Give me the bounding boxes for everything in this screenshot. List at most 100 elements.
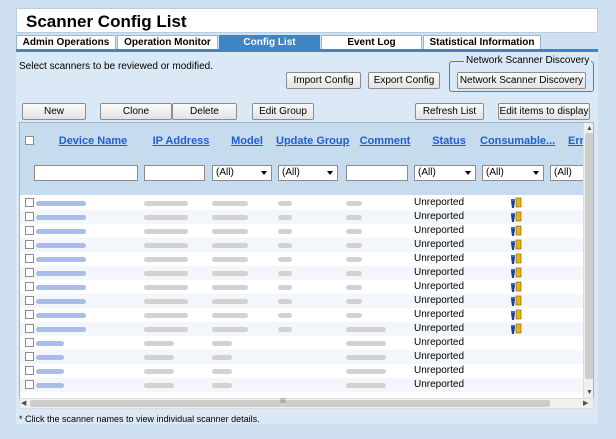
device-name-link[interactable] — [36, 224, 86, 238]
vertical-scroll-thumb[interactable] — [585, 133, 593, 379]
table-row[interactable]: Unreported — [20, 350, 583, 364]
device-name-link[interactable] — [36, 238, 86, 252]
column-header-model[interactable]: Model — [228, 135, 266, 147]
page: Scanner Config List Admin Operations Ope… — [0, 0, 616, 439]
device-name-link[interactable] — [36, 336, 64, 350]
filter-status-select[interactable]: (All) — [414, 165, 476, 181]
ip-address-cell — [144, 364, 174, 378]
table-row[interactable]: Unreported — [20, 252, 583, 266]
table-row[interactable]: Unreported — [20, 364, 583, 378]
column-header-consumable[interactable]: Consumable... — [480, 135, 555, 147]
device-name-link[interactable] — [36, 266, 86, 280]
delete-button[interactable]: Delete — [172, 103, 237, 120]
row-checkbox[interactable] — [25, 212, 34, 221]
vertical-scrollbar[interactable]: ▲ ▼ — [583, 123, 593, 399]
tab-operation-monitor[interactable]: Operation Monitor — [117, 35, 218, 49]
table-row[interactable]: Unreported — [20, 196, 583, 210]
status-cell: Unreported — [414, 197, 465, 208]
filter-device-name-input[interactable] — [34, 165, 138, 181]
row-checkbox[interactable] — [25, 366, 34, 375]
table-row[interactable]: Unreported — [20, 280, 583, 294]
device-name-link[interactable] — [36, 322, 86, 336]
ip-address-cell — [144, 322, 188, 336]
consumable-warning-icon[interactable] — [510, 295, 522, 307]
device-name-link[interactable] — [36, 350, 64, 364]
table-row[interactable]: Unreported — [20, 224, 583, 238]
row-checkbox[interactable] — [25, 380, 34, 389]
refresh-list-button[interactable]: Refresh List — [415, 103, 484, 120]
filter-model-select[interactable]: (All) — [212, 165, 272, 181]
device-name-link[interactable] — [36, 196, 86, 210]
device-name-link[interactable] — [36, 210, 86, 224]
column-header-ip-address[interactable]: IP Address — [148, 135, 214, 147]
scroll-down-arrow-icon[interactable]: ▼ — [586, 388, 593, 397]
select-all-checkbox[interactable] — [25, 136, 34, 145]
row-checkbox[interactable] — [25, 240, 34, 249]
consumable-warning-icon[interactable] — [510, 309, 522, 321]
clone-button[interactable]: Clone — [100, 103, 172, 120]
consumable-warning-icon[interactable] — [510, 211, 522, 223]
column-header-update-group[interactable]: Update Group — [276, 135, 349, 147]
scroll-up-arrow-icon[interactable]: ▲ — [586, 124, 593, 133]
tab-admin-operations[interactable]: Admin Operations — [16, 35, 116, 49]
filter-ip-address-input[interactable] — [144, 165, 205, 181]
table-row[interactable]: Unreported — [20, 336, 583, 350]
import-config-button[interactable]: Import Config — [286, 72, 361, 89]
table-row[interactable]: Unreported — [20, 238, 583, 252]
horizontal-scrollbar[interactable]: ◀ III ▶ — [19, 398, 594, 409]
consumable-warning-icon[interactable] — [510, 267, 522, 279]
status-cell: Unreported — [414, 337, 465, 348]
network-scanner-discovery-button[interactable]: Network Scanner Discovery — [457, 72, 586, 89]
device-name-link[interactable] — [36, 280, 86, 294]
device-name-link[interactable] — [36, 378, 64, 392]
row-checkbox[interactable] — [25, 296, 34, 305]
row-checkbox[interactable] — [25, 198, 34, 207]
row-checkbox[interactable] — [25, 268, 34, 277]
consumable-warning-icon[interactable] — [510, 253, 522, 265]
model-cell — [212, 224, 248, 238]
consumable-warning-icon[interactable] — [510, 239, 522, 251]
filter-update-group-select[interactable]: (All) — [278, 165, 338, 181]
consumable-warning-icon[interactable] — [510, 197, 522, 209]
filter-error-select[interactable]: (All) — [550, 165, 583, 181]
ip-address-cell — [144, 378, 174, 392]
export-config-button[interactable]: Export Config — [368, 72, 440, 89]
device-name-link[interactable] — [36, 364, 64, 378]
tab-event-log[interactable]: Event Log — [321, 35, 422, 49]
row-checkbox[interactable] — [25, 352, 34, 361]
device-name-link[interactable] — [36, 252, 86, 266]
filter-model-value: (All) — [216, 167, 234, 178]
row-checkbox[interactable] — [25, 226, 34, 235]
consumable-warning-icon[interactable] — [510, 225, 522, 237]
table-row[interactable]: Unreported — [20, 294, 583, 308]
device-name-link[interactable] — [36, 308, 86, 322]
filter-comment-input[interactable] — [346, 165, 408, 181]
table-row[interactable]: Unreported — [20, 322, 583, 336]
table-row[interactable]: Unreported — [20, 308, 583, 322]
row-checkbox[interactable] — [25, 254, 34, 263]
consumable-warning-icon[interactable] — [510, 323, 522, 335]
scroll-right-arrow-icon[interactable]: ▶ — [583, 399, 588, 408]
row-checkbox[interactable] — [25, 338, 34, 347]
column-header-device-name[interactable]: Device Name — [58, 135, 128, 147]
horizontal-scroll-thumb[interactable]: III — [30, 398, 550, 407]
filter-update-group-value: (All) — [282, 167, 300, 178]
tab-statistical-information[interactable]: Statistical Information — [423, 35, 541, 49]
table-row[interactable]: Unreported — [20, 210, 583, 224]
edit-group-button[interactable]: Edit Group — [252, 103, 314, 120]
new-button[interactable]: New — [22, 103, 86, 120]
scroll-left-arrow-icon[interactable]: ◀ — [21, 399, 26, 408]
filter-consumable-select[interactable]: (All) — [482, 165, 544, 181]
row-checkbox[interactable] — [25, 282, 34, 291]
edit-items-to-display-button[interactable]: Edit items to display — [498, 103, 590, 120]
row-checkbox[interactable] — [25, 324, 34, 333]
row-checkbox[interactable] — [25, 310, 34, 319]
column-header-status[interactable]: Status — [430, 135, 468, 147]
table-row[interactable]: Unreported — [20, 378, 583, 392]
scanner-grid: Device Name IP Address Model Update Grou… — [19, 122, 594, 400]
tab-config-list[interactable]: Config List — [219, 35, 320, 49]
device-name-link[interactable] — [36, 294, 86, 308]
column-header-comment[interactable]: Comment — [352, 135, 418, 147]
table-row[interactable]: Unreported — [20, 266, 583, 280]
consumable-warning-icon[interactable] — [510, 281, 522, 293]
